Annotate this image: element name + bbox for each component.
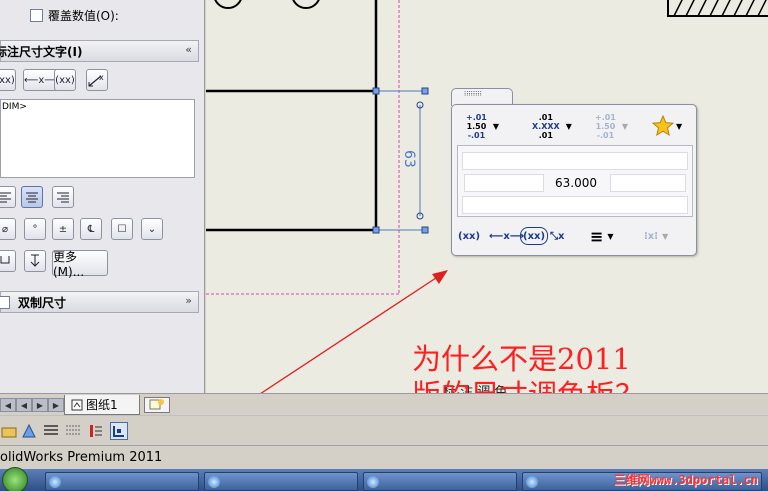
dimension-text-box[interactable]: DIM> (0, 99, 195, 178)
taskbar-item[interactable] (363, 472, 517, 491)
palette-justify-button[interactable]: ≡ ▼ (590, 226, 614, 246)
chevron-down-icon: ▼ (565, 121, 572, 131)
status-bar-text: olidWorks Premium 2011 (0, 450, 163, 465)
chevron-down-icon: ▼ (492, 121, 500, 131)
layer-properties-icon[interactable] (87, 422, 105, 440)
align-left-button[interactable] (0, 186, 16, 208)
plus-minus-symbol-button[interactable]: ± (52, 218, 74, 240)
align-center-button[interactable] (21, 186, 43, 208)
palette-center-dim-button[interactable]: ⟵x⟶ (489, 227, 524, 245)
override-values-checkbox[interactable] (30, 8, 43, 22)
more-symbols-text-button[interactable]: 更多(M)... (52, 250, 108, 279)
chevron-down-icon: ▼ (607, 231, 614, 241)
solidworks-icon (367, 476, 379, 488)
grid-snap-icon[interactable] (110, 422, 128, 440)
dim-value-button[interactable]: (xx) (0, 69, 16, 91)
taskbar-item[interactable] (45, 472, 199, 491)
dual-dimension-group-header[interactable]: 双制尺寸 » (0, 291, 199, 313)
annotation-line-1: 为什么不是2011 (412, 342, 631, 376)
tolerance-precision-button[interactable]: +.01 1.50 -.01 ▼ (595, 111, 628, 141)
justify-icon: ≡ (590, 226, 604, 246)
circle-feature (214, 0, 242, 9)
palette-layer-button[interactable]: ⁝x⁝ ▼ (644, 227, 668, 245)
depth-icon (30, 254, 40, 267)
taskbar-item[interactable] (204, 472, 358, 491)
folder-icon[interactable] (0, 422, 18, 440)
override-values-row[interactable]: 覆盖数值(O): (30, 6, 119, 24)
favorites-button[interactable]: ▼ (652, 111, 682, 141)
circle-feature (292, 0, 320, 9)
tolerance-type-button[interactable]: +.01 1.50 -.01 ▼ (466, 111, 499, 141)
hatched-section (667, 0, 768, 17)
browser-icon (526, 476, 538, 488)
degree-symbol-button[interactable]: ° (24, 218, 46, 240)
status-bar: olidWorks Premium 2011 (0, 445, 768, 469)
chevron-down-icon: ▼ (676, 121, 683, 131)
dimension-text-group-header[interactable]: 标注尺寸文字(I) « (0, 40, 199, 62)
diameter-symbol-button[interactable]: ⌀ (0, 218, 16, 240)
counterbore-symbol-button[interactable] (0, 250, 16, 272)
first-sheet-arrow[interactable]: ◀ (0, 398, 16, 412)
dual-dimension-checkbox[interactable] (0, 295, 10, 309)
layer-icon: ⁝x⁝ (644, 230, 659, 242)
next-sheet-arrow[interactable]: ▶ (32, 398, 48, 412)
watermark-text: 三维网www.3dportal.cn (613, 473, 758, 487)
start-button[interactable] (2, 467, 28, 491)
sheet-icon (71, 399, 83, 410)
dim-offset-text-button[interactable]: x (86, 69, 108, 91)
view-toolbar (0, 415, 768, 445)
line-style-icon[interactable] (64, 422, 82, 440)
chevron-down-icon: ▼ (662, 231, 669, 241)
align-right-button[interactable] (52, 186, 74, 208)
sheet-tab-1[interactable]: 图纸1 (64, 395, 140, 415)
sheet-tab-bar: ◀ ◀ ▶ ▶ 图纸1 (0, 393, 768, 415)
palette-grip-icon: ⁝⁝⁝⁝⁝⁝⁝⁝ (464, 90, 482, 98)
counterbore-icon (0, 256, 10, 264)
depth-symbol-button[interactable] (24, 250, 46, 272)
browser-icon (49, 476, 61, 488)
palette-dim-value-button[interactable]: (xx) (458, 227, 480, 245)
sheet-tab-label: 图纸1 (86, 398, 118, 412)
dimension-value-field[interactable]: 63.000 (545, 174, 607, 192)
dimension-text-group-title: 标注尺寸文字(I) (0, 44, 83, 59)
align-left-icon (0, 192, 11, 203)
right-text-field[interactable] (610, 174, 686, 192)
dual-dimension-title: 双制尺寸 (18, 295, 67, 310)
align-center-icon (26, 192, 38, 203)
palette-offset-text-button[interactable]: ⤡x (550, 227, 564, 245)
browser-icon (208, 476, 220, 488)
palette-inspection-button[interactable]: (xx) (520, 227, 549, 245)
left-text-field[interactable] (464, 174, 544, 192)
selected-dimension[interactable]: 63 (372, 87, 429, 234)
dimension-value-text[interactable]: 63 (401, 150, 417, 168)
add-sheet-icon (149, 399, 164, 410)
dimension-value-area: 63.000 (457, 145, 693, 217)
svg-text:x: x (99, 73, 104, 82)
display-style-icon[interactable] (20, 422, 38, 440)
suffix-text-field[interactable] (462, 196, 688, 214)
prev-sheet-arrow[interactable]: ◀ (16, 398, 32, 412)
dim-inspection-button[interactable]: (xx) (54, 69, 76, 91)
property-manager-panel: 覆盖数值(O): 标注尺寸文字(I) « (xx) ⟵x⟶ (xx) x DIM… (0, 0, 205, 393)
centerline-symbol-button[interactable]: ℄ (80, 218, 102, 240)
star-icon (652, 115, 674, 137)
windows-taskbar: 三维网www.3dportal.cn (0, 467, 768, 491)
offset-text-icon: x (88, 73, 104, 87)
last-sheet-arrow[interactable]: ▶ (48, 398, 64, 412)
expand-chevron-icon[interactable]: » (185, 294, 192, 307)
dimension-palette: +.01 1.50 -.01 ▼ .01 X.XXX .01 ▼ +.01 1.… (451, 104, 697, 256)
chevron-down-icon: ▼ (621, 121, 629, 131)
line-thickness-icon[interactable] (42, 422, 60, 440)
more-symbols-button[interactable]: ⌄ (141, 218, 163, 240)
dimension-text-content: DIM> (2, 102, 27, 112)
add-sheet-button[interactable] (144, 397, 170, 413)
prefix-text-field[interactable] (462, 152, 688, 170)
collapse-chevron-icon[interactable]: « (185, 43, 192, 56)
precision-button[interactable]: .01 X.XXX .01 ▼ (532, 111, 572, 141)
align-right-icon (57, 192, 69, 203)
square-symbol-button[interactable]: ☐ (111, 218, 133, 240)
override-values-label: 覆盖数值(O): (48, 8, 119, 23)
